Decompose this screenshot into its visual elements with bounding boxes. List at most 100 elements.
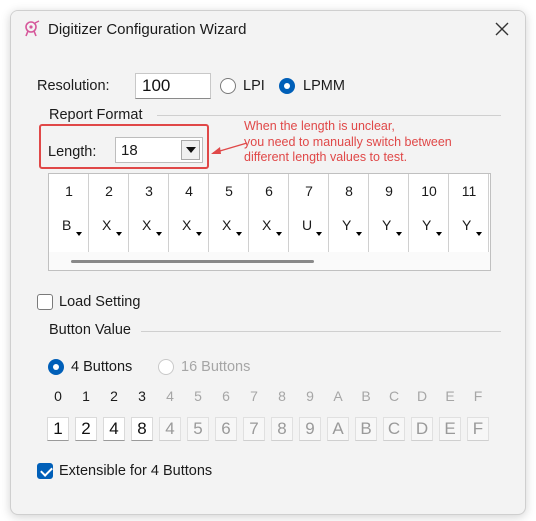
lpmm-radio[interactable] [279,78,295,94]
field-dropdown-arrow-icon[interactable] [316,232,322,236]
field-type: X [142,217,152,233]
length-annotation: When the length is unclear, you need to … [244,119,452,166]
bit-value-field[interactable]: 1 [47,417,69,441]
field-column[interactable]: 5 X [209,174,249,252]
field-type: X [222,217,232,233]
lpmm-label: LPMM [303,78,345,94]
report-format-divider [157,115,501,116]
field-dropdown-arrow-icon[interactable] [356,232,362,236]
bit-label: F [473,388,483,404]
digitizer-app-icon [25,20,40,37]
field-column[interactable]: 10 Y [409,174,449,252]
field-index: 4 [185,183,193,199]
length-dropdown-arrow[interactable] [181,140,200,160]
field-dropdown-arrow-icon[interactable] [436,232,442,236]
bit-value-field: 5 [187,417,209,441]
report-field-grid: 1 B 2 X 3 X 4 X 5 X 6 X 7 U 8 Y 9 Y 10 Y… [48,173,491,271]
field-dropdown-arrow-icon[interactable] [276,232,282,236]
field-dropdown-arrow-icon[interactable] [236,232,242,236]
length-label: Length: [48,144,97,160]
bit-label: 1 [82,388,90,404]
bit-value-field: 4 [159,417,181,441]
field-type: X [182,217,192,233]
field-index: 10 [421,183,437,199]
field-dropdown-arrow-icon[interactable] [76,232,82,236]
field-index: 7 [305,183,313,199]
field-type: Y [342,217,352,233]
field-dropdown-arrow-icon[interactable] [396,232,402,236]
load-setting-label: Load Setting [59,294,141,310]
field-column[interactable]: 7 U [289,174,329,252]
window-title: Digitizer Configuration Wizard [48,21,247,38]
annotation-line-3: different length values to test. [244,150,408,164]
field-index: 8 [345,183,353,199]
field-dropdown-arrow-icon[interactable] [476,232,482,236]
bit-value-field[interactable]: 2 [75,417,97,441]
grid-scrollbar-thumb[interactable] [71,260,314,263]
extensible-label: Extensible for 4 Buttons [59,463,213,479]
field-column[interactable]: 3 X [129,174,169,252]
field-column[interactable]: 1 B [49,174,89,252]
field-column[interactable]: 11 Y [449,174,489,252]
annotation-line-1: When the length is unclear, [244,119,395,133]
bit-value-field: 7 [243,417,265,441]
field-type: X [102,217,112,233]
bit-label: 8 [278,388,286,404]
field-column[interactable]: 9 Y [369,174,409,252]
annotation-arrow-icon [211,142,248,154]
bit-label: 2 [110,388,118,404]
resolution-label: Resolution: [37,78,110,94]
field-index: 2 [105,183,113,199]
field-type: Y [382,217,392,233]
field-dropdown-arrow-icon[interactable] [156,232,162,236]
bit-label: 7 [250,388,258,404]
field-index: 9 [385,183,393,199]
bit-value-field: A [327,417,349,441]
sixteen-buttons-label: 16 Buttons [181,359,251,375]
bit-label: C [388,388,400,404]
lpi-radio[interactable] [220,78,236,94]
field-index: 1 [65,183,73,199]
bit-label: D [416,388,428,404]
extensible-checkbox[interactable] [37,463,53,479]
bit-value-field: D [411,417,433,441]
bit-value-field[interactable]: 4 [103,417,125,441]
button-value-group-label: Button Value [49,322,131,338]
bit-value-field: C [383,417,405,441]
bit-value-field: F [467,417,489,441]
field-column[interactable]: 6 X [249,174,289,252]
bit-value-field: 8 [271,417,293,441]
bit-label: 9 [306,388,314,404]
bit-value-field: 9 [299,417,321,441]
bit-value-field[interactable]: 8 [131,417,153,441]
bit-label: 4 [166,388,174,404]
field-index: 11 [461,183,477,199]
sixteen-buttons-radio[interactable] [158,359,174,375]
field-dropdown-arrow-icon[interactable] [116,232,122,236]
field-type: Y [462,217,472,233]
bit-label: A [333,388,343,404]
field-type: X [262,217,272,233]
bit-label: B [361,388,371,404]
field-column[interactable]: 2 X [89,174,129,252]
field-type: B [62,217,72,233]
field-index: 5 [225,183,233,199]
length-combobox[interactable]: 18 [115,137,203,163]
field-index: 6 [265,183,273,199]
field-column[interactable]: 8 Y [329,174,369,252]
close-button[interactable] [487,15,517,43]
button-value-divider [141,331,501,332]
bit-label: 6 [222,388,230,404]
resolution-input[interactable] [135,73,211,99]
field-type: Y [422,217,432,233]
bit-label: 3 [138,388,146,404]
bit-label: 0 [54,388,62,404]
title-bar: Digitizer Configuration Wizard [11,11,525,47]
field-dropdown-arrow-icon[interactable] [196,232,202,236]
report-format-group-label: Report Format [49,107,143,123]
four-buttons-radio[interactable] [48,359,64,375]
field-column[interactable]: 4 X [169,174,209,252]
close-icon [495,22,509,36]
bit-value-field: B [355,417,377,441]
load-setting-checkbox[interactable] [37,294,53,310]
